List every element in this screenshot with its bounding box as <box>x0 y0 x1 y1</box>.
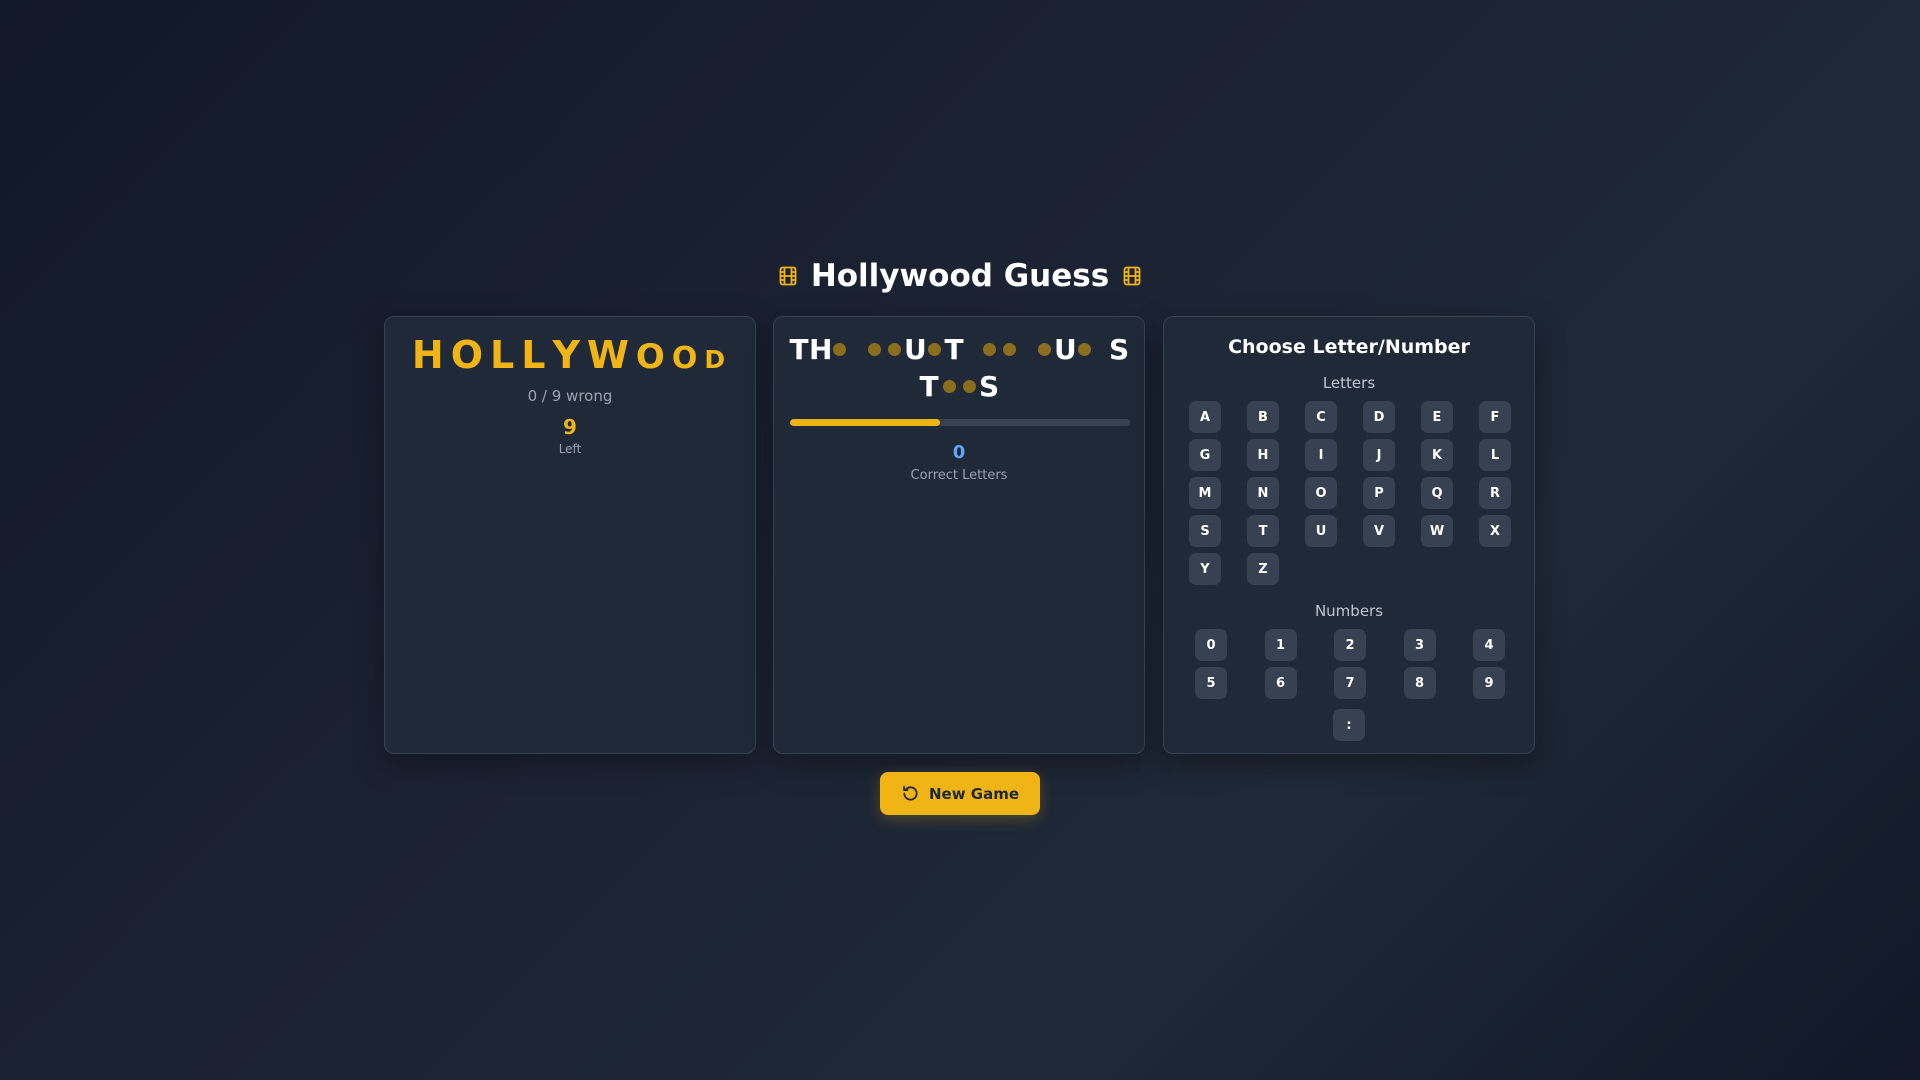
key-r[interactable]: R <box>1479 477 1511 509</box>
letters-keyboard: ABCDEF GHIJKL MNOPQR STUVWX YZ <box>1189 401 1511 585</box>
puzzle-phrase: THUTUSTS <box>774 331 1144 405</box>
key-q[interactable]: Q <box>1421 477 1453 509</box>
key-8[interactable]: 8 <box>1403 667 1436 699</box>
progress-bar-fill <box>790 419 940 426</box>
hollywood-letter: D <box>704 345 729 374</box>
key-n[interactable]: N <box>1247 477 1279 509</box>
hidden-letter-dot <box>1034 340 1054 360</box>
key-p[interactable]: P <box>1363 477 1395 509</box>
film-icon <box>779 266 797 286</box>
revealed-letter: T <box>944 333 964 366</box>
keyboard-panel: Choose Letter/Number Letters ABCDEF GHIJK… <box>1163 316 1535 754</box>
wrong-guesses-text: 0 / 9 wrong <box>527 387 613 405</box>
key-7[interactable]: 7 <box>1334 667 1366 699</box>
key-5[interactable]: 5 <box>1195 667 1227 699</box>
revealed-letter: T <box>919 370 939 403</box>
hollywood-letter: L <box>521 333 549 377</box>
keyboard-title: Choose Letter/Number <box>1228 336 1470 358</box>
guesses-left-label: Left <box>558 442 582 456</box>
key-6[interactable]: 6 <box>1264 667 1297 699</box>
key-d[interactable]: D <box>1363 401 1395 433</box>
hollywood-letter: O <box>450 333 487 377</box>
hollywood-letter: L <box>490 333 518 377</box>
hidden-letter-dot <box>884 340 904 360</box>
hollywood-meter-panel: H O L L Y W O O D 0 / 9 wrong 9 Left <box>384 316 756 754</box>
hidden-letter-dot <box>979 340 999 360</box>
key-y[interactable]: Y <box>1189 553 1221 585</box>
key-k[interactable]: K <box>1421 439 1453 471</box>
hidden-letter-dot <box>864 340 884 360</box>
key-i[interactable]: I <box>1305 439 1337 471</box>
key-b[interactable]: B <box>1247 401 1279 433</box>
key-e[interactable]: E <box>1421 401 1453 433</box>
progress-bar <box>790 419 1130 426</box>
key-h[interactable]: H <box>1247 439 1279 471</box>
hollywood-letter: H <box>411 333 447 377</box>
revealed-letter: U <box>1054 333 1077 366</box>
revealed-letter: S <box>979 370 1000 403</box>
numbers-label: Numbers <box>1314 602 1384 620</box>
key-l[interactable]: L <box>1479 439 1511 471</box>
hidden-letter-dot <box>829 340 849 360</box>
numbers-keyboard: 0 1 2 3 4 5 6 7 8 9 <box>1195 629 1505 699</box>
key-g[interactable]: G <box>1189 439 1221 471</box>
hidden-letter-dot <box>999 340 1019 360</box>
correct-letters-count: 0 <box>952 442 966 463</box>
hidden-letter-dot <box>959 377 979 397</box>
key-c[interactable]: C <box>1305 401 1337 433</box>
hollywood-letter: O <box>635 337 668 377</box>
key-colon[interactable]: : <box>1333 709 1365 741</box>
key-x[interactable]: X <box>1479 515 1511 547</box>
page-title: Hollywood Guess <box>0 258 1920 294</box>
restart-icon <box>901 784 920 803</box>
puzzle-line: TS <box>919 368 999 405</box>
key-j[interactable]: J <box>1363 439 1395 471</box>
hollywood-letter: Y <box>552 333 583 377</box>
letters-label: Letters <box>1322 374 1376 392</box>
key-2[interactable]: 2 <box>1334 629 1366 661</box>
film-icon <box>1123 266 1141 286</box>
revealed-letter: T <box>789 333 809 366</box>
hollywood-letter: W <box>586 333 632 377</box>
key-u[interactable]: U <box>1305 515 1337 547</box>
puzzle-panel: THUTUSTS 0 Correct Letters <box>773 316 1145 754</box>
key-o[interactable]: O <box>1305 477 1337 509</box>
key-v[interactable]: V <box>1363 515 1395 547</box>
new-game-button[interactable]: New Game <box>880 772 1040 815</box>
key-z[interactable]: Z <box>1247 553 1279 585</box>
revealed-letter: U <box>904 333 927 366</box>
page-title-text: Hollywood Guess <box>810 258 1110 294</box>
guesses-left-count: 9 <box>563 415 577 439</box>
hidden-letter-dot <box>1074 340 1094 360</box>
key-f[interactable]: F <box>1479 401 1511 433</box>
key-a[interactable]: A <box>1189 401 1221 433</box>
key-s[interactable]: S <box>1189 515 1221 547</box>
new-game-label: New Game <box>928 784 1020 803</box>
hollywood-letter: O <box>671 341 701 376</box>
correct-letters-label: Correct Letters <box>910 468 1008 483</box>
revealed-letter: H <box>809 333 833 366</box>
hidden-letter-dot <box>924 340 944 360</box>
key-w[interactable]: W <box>1421 515 1453 547</box>
key-0[interactable]: 0 <box>1195 629 1227 661</box>
key-t[interactable]: T <box>1247 515 1279 547</box>
hidden-letter-dot <box>939 377 959 397</box>
app-root: Hollywood Guess H O L L Y W O O D 0 / 9 … <box>0 0 1920 1080</box>
revealed-letter: S <box>1109 333 1130 366</box>
hollywood-word: H O L L Y W O O D <box>385 333 755 377</box>
key-3[interactable]: 3 <box>1403 629 1436 661</box>
key-1[interactable]: 1 <box>1264 629 1297 661</box>
puzzle-line: THUTUS <box>789 331 1129 368</box>
key-m[interactable]: M <box>1189 477 1221 509</box>
key-9[interactable]: 9 <box>1473 667 1505 699</box>
key-4[interactable]: 4 <box>1473 629 1505 661</box>
